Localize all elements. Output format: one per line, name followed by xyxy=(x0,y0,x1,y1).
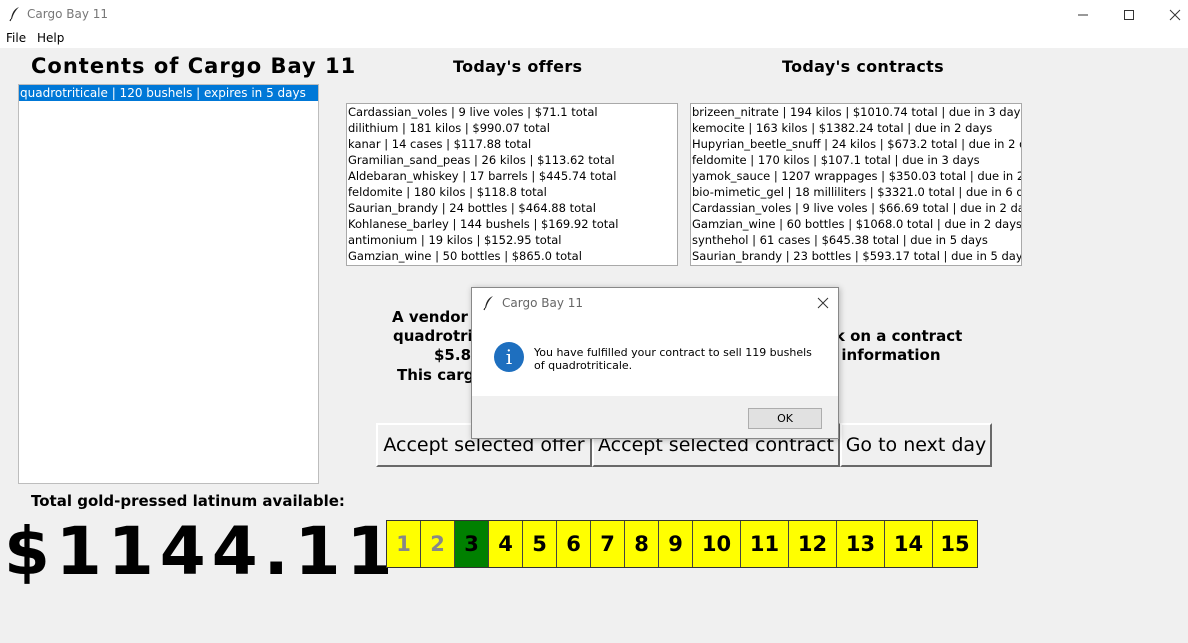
contracts-listbox[interactable]: brizeen_nitrate | 194 kilos | $1010.74 t… xyxy=(690,103,1022,266)
day-cell: 9 xyxy=(659,521,693,567)
feather-icon xyxy=(9,7,19,22)
latinum-label: Total gold-pressed latinum available: xyxy=(31,492,345,510)
contract-item[interactable]: kemocite | 163 kilos | $1382.24 total | … xyxy=(691,120,1021,136)
day-cell: 14 xyxy=(885,521,933,567)
close-button[interactable] xyxy=(1152,0,1188,29)
contracts-heading: Today's contracts xyxy=(782,57,944,76)
minimize-icon xyxy=(1078,14,1088,15)
day-cell: 2 xyxy=(421,521,455,567)
window-titlebar: Cargo Bay 11 xyxy=(0,0,1188,29)
day-cell: 15 xyxy=(933,521,977,567)
dialog-close-button[interactable] xyxy=(816,296,830,310)
minimize-button[interactable] xyxy=(1060,0,1106,29)
feather-icon xyxy=(483,296,493,311)
contract-item[interactable]: Saurian_brandy | 23 bottles | $593.17 to… xyxy=(691,248,1021,264)
contract-item[interactable]: feldomite | 170 kilos | $107.1 total | d… xyxy=(691,152,1021,168)
offer-item[interactable]: feldomite | 180 kilos | $118.8 total xyxy=(347,184,677,200)
contract-info-line: ck on a contract xyxy=(826,327,963,345)
close-icon xyxy=(1169,9,1181,20)
contract-item[interactable]: yamok_sauce | 1207 wrappages | $350.03 t… xyxy=(691,168,1021,184)
dialog-titlebar: Cargo Bay 11 xyxy=(472,288,838,318)
cargo-heading: Contents of Cargo Bay 11 xyxy=(31,54,357,78)
offer-item[interactable]: Cardassian_voles | 9 live voles | $71.1 … xyxy=(347,104,677,120)
ok-button[interactable]: OK xyxy=(748,408,822,429)
day-indicator-strip: 1 2 3 4 5 6 7 8 9 10 11 12 13 14 15 xyxy=(386,520,978,568)
day-cell-current: 3 xyxy=(455,521,489,567)
offer-item[interactable]: kanar | 14 cases | $117.88 total xyxy=(347,136,677,152)
day-cell: 10 xyxy=(693,521,741,567)
maximize-button[interactable] xyxy=(1106,0,1152,29)
day-cell: 4 xyxy=(489,521,523,567)
info-icon: i xyxy=(494,342,524,372)
window-title: Cargo Bay 11 xyxy=(27,7,108,21)
contract-item[interactable]: Hupyrian_beetle_snuff | 24 kilos | $673.… xyxy=(691,136,1021,152)
offers-heading: Today's offers xyxy=(453,57,583,76)
offer-item[interactable]: Saurian_brandy | 24 bottles | $464.88 to… xyxy=(347,200,677,216)
offer-item[interactable]: Kohlanese_barley | 144 bushels | $169.92… xyxy=(347,216,677,232)
maximize-icon xyxy=(1124,9,1134,20)
offer-item[interactable]: Gramilian_sand_peas | 26 kilos | $113.62… xyxy=(347,152,677,168)
contract-item[interactable]: synthehol | 61 cases | $645.38 total | d… xyxy=(691,232,1021,248)
contract-item[interactable]: Gamzian_wine | 60 bottles | $1068.0 tota… xyxy=(691,216,1021,232)
menu-help[interactable]: Help xyxy=(37,31,64,45)
next-day-button[interactable]: Go to next day xyxy=(840,423,992,467)
day-cell: 8 xyxy=(625,521,659,567)
dialog-message: You have fulfilled your contract to sell… xyxy=(534,346,812,372)
day-cell: 11 xyxy=(741,521,789,567)
offer-item[interactable]: antimonium | 19 kilos | $152.95 total xyxy=(347,232,677,248)
contract-item[interactable]: Cardassian_voles | 9 live voles | $66.69… xyxy=(691,200,1021,216)
day-cell: 1 xyxy=(387,521,421,567)
offers-listbox[interactable]: Cardassian_voles | 9 live voles | $71.1 … xyxy=(346,103,678,266)
day-cell: 6 xyxy=(557,521,591,567)
day-cell: 7 xyxy=(591,521,625,567)
cargo-list-item[interactable]: quadrotriticale | 120 bushels | expires … xyxy=(19,85,318,101)
day-cell: 12 xyxy=(789,521,837,567)
menu-bar: File Help xyxy=(0,29,1188,48)
contract-item[interactable]: bio-mimetic_gel | 18 milliliters | $3321… xyxy=(691,184,1021,200)
cargo-listbox[interactable]: quadrotriticale | 120 bushels | expires … xyxy=(18,84,319,484)
contract-item[interactable]: brizeen_nitrate | 194 kilos | $1010.74 t… xyxy=(691,104,1021,120)
menu-file[interactable]: File xyxy=(6,31,26,45)
offer-item[interactable]: Aldebaran_whiskey | 17 barrels | $445.74… xyxy=(347,168,677,184)
dialog-title: Cargo Bay 11 xyxy=(502,296,583,310)
offer-item[interactable]: dilithium | 181 kilos | $990.07 total xyxy=(347,120,677,136)
latinum-amount: $1144.11 xyxy=(4,513,399,590)
day-cell: 13 xyxy=(837,521,885,567)
contract-info-line: e information xyxy=(826,346,941,364)
info-dialog: Cargo Bay 11 i You have fulfilled your c… xyxy=(471,287,839,439)
day-cell: 5 xyxy=(523,521,557,567)
offer-item[interactable]: Gamzian_wine | 50 bottles | $865.0 total xyxy=(347,248,677,264)
